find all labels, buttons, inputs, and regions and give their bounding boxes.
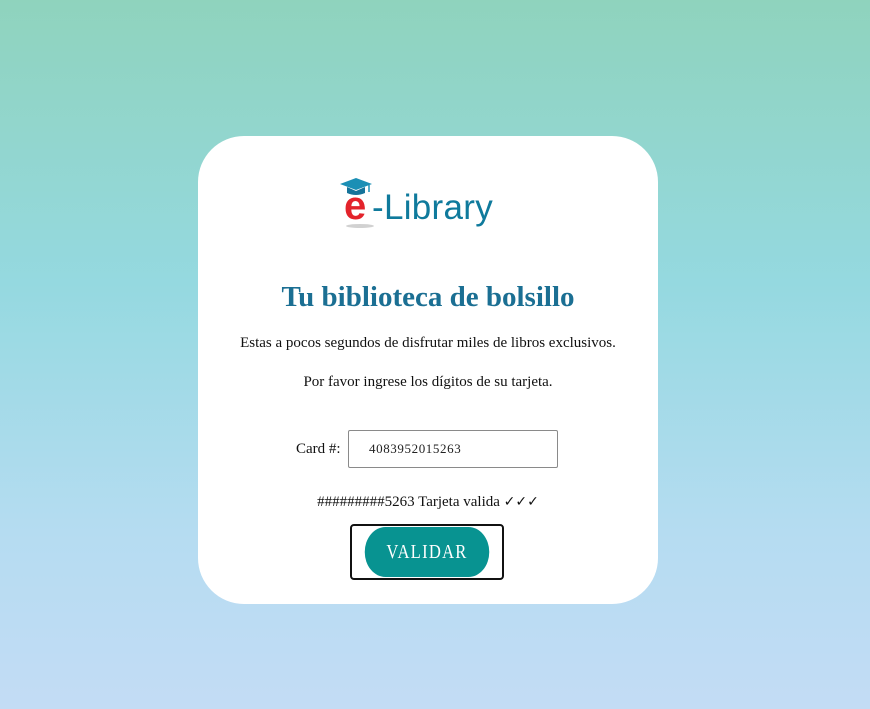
card-number-input[interactable]: [348, 430, 558, 468]
logo-e-letter: e: [344, 184, 367, 228]
intro-text: Estas a pocos segundos de disfrutar mile…: [240, 335, 616, 351]
validate-button-focus-ring: VALIDAR: [350, 524, 504, 580]
logo-library-text: -Library: [372, 188, 494, 227]
e-library-logo: e -Library: [338, 174, 518, 234]
card-number-label: Card #:: [296, 441, 341, 457]
login-card: e -Library Tu biblioteca de bolsillo Est…: [198, 136, 658, 604]
instruction-text: Por favor ingrese los dígitos de su tarj…: [303, 374, 553, 390]
validate-button[interactable]: VALIDAR: [364, 527, 490, 577]
check-icon: ✓✓✓: [503, 494, 539, 510]
page-title: Tu biblioteca de bolsillo: [281, 281, 575, 313]
validation-text: #########5263 Tarjeta valida: [317, 494, 500, 510]
logo-shadow: [346, 224, 374, 228]
validation-message: #########5263 Tarjeta valida ✓✓✓: [198, 493, 658, 511]
